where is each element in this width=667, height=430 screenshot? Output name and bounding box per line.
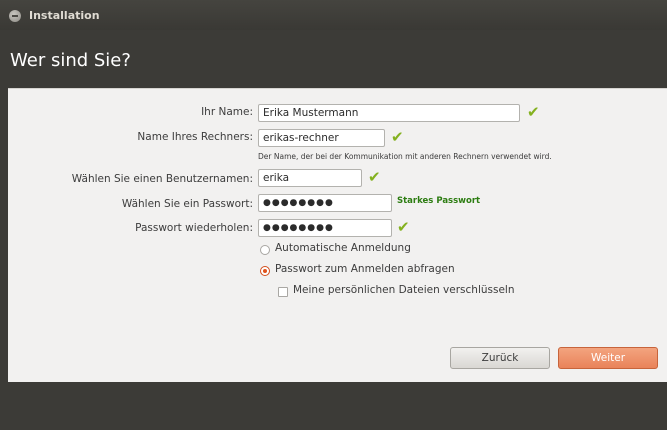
auto-login-radio[interactable] (260, 245, 270, 255)
computer-name-label: Name Ihres Rechners: (137, 131, 253, 143)
require-password-radio[interactable] (260, 266, 270, 276)
page-header: Wer sind Sie? (0, 30, 667, 88)
name-label: Ihr Name: (201, 106, 253, 118)
encrypt-home-checkbox[interactable] (278, 287, 288, 297)
auto-login-label[interactable]: Automatische Anmeldung (275, 242, 411, 254)
footer-bar (0, 382, 667, 430)
computer-name-input[interactable]: erikas-rechner (258, 129, 385, 147)
repeat-password-label: Passwort wiederholen: (135, 222, 253, 234)
computer-name-hint: Der Name, der bei der Kommunikation mit … (258, 152, 552, 161)
back-button[interactable]: Zurück (450, 347, 550, 369)
next-button[interactable]: Weiter (558, 347, 658, 369)
close-icon[interactable] (9, 10, 21, 22)
encrypt-home-label[interactable]: Meine persönlichen Dateien verschlüsseln (293, 284, 515, 296)
window-titlebar: Installation (0, 0, 667, 30)
password-strength: Starkes Passwort (397, 196, 481, 206)
username-valid-checkmark-icon: ✔ (368, 168, 381, 186)
username-input[interactable]: erika (258, 169, 362, 187)
computer-valid-checkmark-icon: ✔ (391, 128, 404, 146)
require-password-label[interactable]: Passwort zum Anmelden abfragen (275, 263, 455, 275)
password-input[interactable]: ●●●●●●●● (258, 194, 392, 212)
page-title: Wer sind Sie? (10, 50, 131, 71)
repeat-valid-checkmark-icon: ✔ (397, 218, 410, 236)
name-input[interactable]: Erika Mustermann (258, 104, 520, 122)
name-valid-checkmark-icon: ✔ (527, 103, 540, 121)
repeat-password-input[interactable]: ●●●●●●●● (258, 219, 392, 237)
window-title: Installation (29, 9, 100, 22)
password-label: Wählen Sie ein Passwort: (121, 198, 253, 210)
form-panel: Ihr Name: Erika Mustermann ✔ Name Ihres … (8, 88, 667, 383)
username-label: Wählen Sie einen Benutzernamen: (71, 173, 253, 185)
